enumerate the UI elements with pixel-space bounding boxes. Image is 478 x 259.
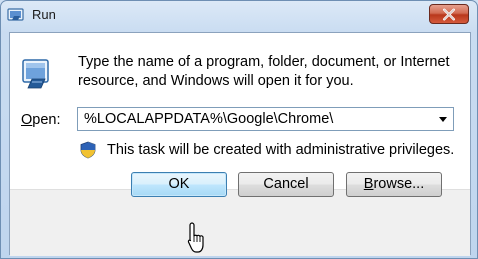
close-icon bbox=[443, 8, 455, 21]
description-text: Type the name of a program, folder, docu… bbox=[78, 54, 450, 89]
title-bar[interactable]: Run bbox=[1, 1, 477, 31]
ok-button[interactable]: OK bbox=[131, 172, 227, 197]
run-icon bbox=[7, 8, 24, 21]
close-button[interactable] bbox=[429, 4, 469, 24]
open-combobox[interactable]: %LOCALAPPDATA%\Google\Chrome\ bbox=[77, 107, 454, 131]
dialog-client-area: Type the name of a program, folder, docu… bbox=[9, 32, 471, 256]
open-label-mnemonic: O bbox=[21, 112, 33, 128]
uac-shield-icon bbox=[80, 141, 96, 159]
browse-button[interactable]: Browse... bbox=[346, 172, 442, 197]
button-bar bbox=[10, 189, 470, 256]
browse-label-rest: rowse... bbox=[373, 176, 425, 192]
chevron-down-icon[interactable] bbox=[433, 108, 453, 130]
admin-privileges-notice: This task will be created with administr… bbox=[107, 142, 455, 158]
open-label-rest: pen: bbox=[32, 112, 61, 128]
run-dialog-window: Run Type the name of a program, folder, … bbox=[0, 0, 478, 259]
open-label: Open: bbox=[21, 112, 61, 128]
run-icon bbox=[22, 59, 49, 89]
open-input[interactable]: %LOCALAPPDATA%\Google\Chrome\ bbox=[84, 111, 333, 127]
mouse-pointer-icon bbox=[187, 222, 204, 253]
browse-mnemonic: B bbox=[363, 176, 374, 192]
window-title: Run bbox=[32, 7, 56, 22]
cancel-button[interactable]: Cancel bbox=[238, 172, 334, 197]
